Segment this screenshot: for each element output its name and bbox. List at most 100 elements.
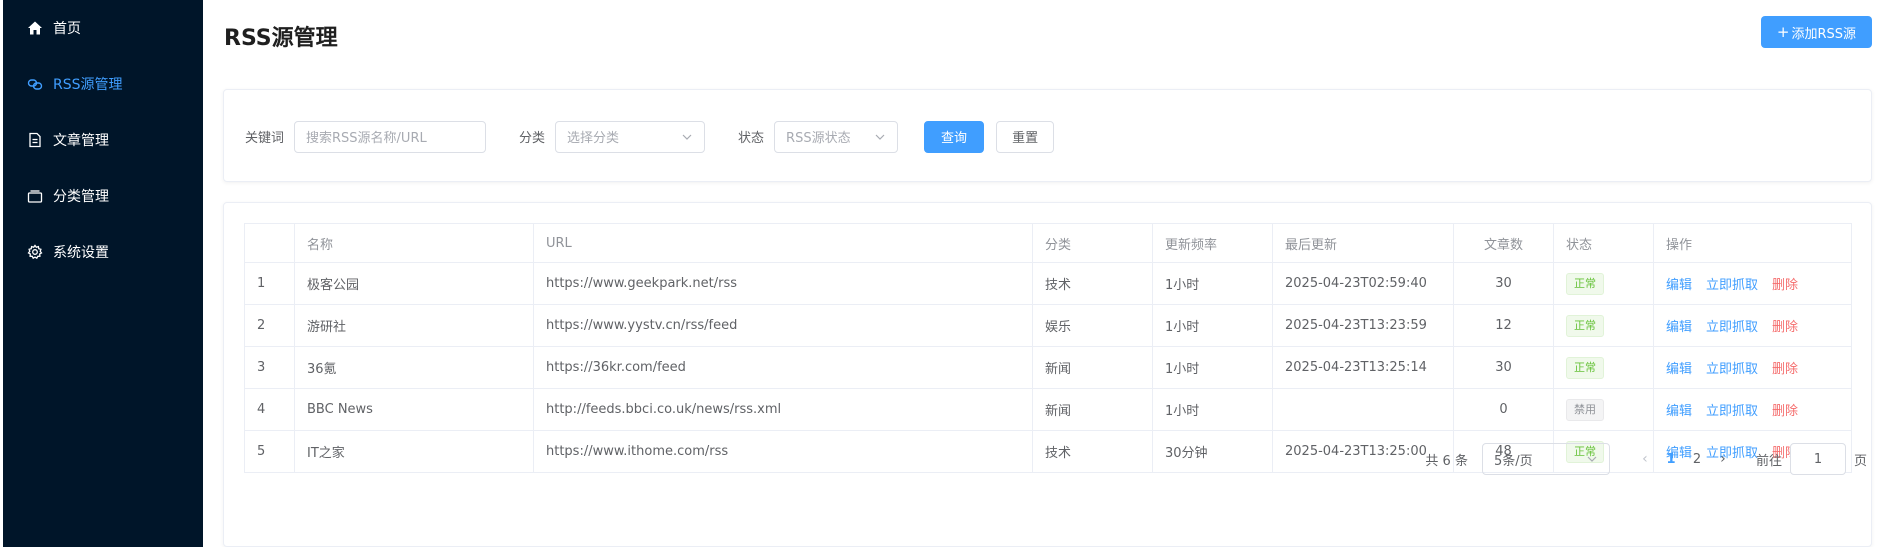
edit-link[interactable]: 编辑 <box>1666 278 1692 293</box>
keyword-input[interactable]: 搜索RSS源名称/URL <box>294 120 487 153</box>
goto-label: 前往 <box>1755 453 1782 469</box>
row-name: 极客公园 <box>294 262 534 305</box>
row-index: 4 <box>244 388 295 431</box>
row-name: 游研社 <box>294 304 534 347</box>
row-actions: 编辑 立即抓取 删除 <box>1653 304 1852 347</box>
plus-icon: + <box>1776 23 1790 41</box>
row-last-update: 2025-04-23T13:25:14 <box>1272 346 1454 389</box>
keyword-label: 关键词 <box>245 131 285 146</box>
folder-icon <box>27 188 43 204</box>
chevron-down-icon <box>875 134 885 140</box>
pagination: 共 6 条 5条/页 ‹ 1 2 › 前往 页 <box>1425 443 1867 475</box>
col-url: URL <box>533 223 1033 263</box>
sidebar-item-articles[interactable]: 文章管理 <box>3 112 203 168</box>
row-index: 3 <box>244 346 295 389</box>
rss-table: 名称 URL 分类 更新频率 最后更新 文章数 状态 操作 1 极客公园 htt… <box>244 223 1852 473</box>
main-content: RSS源管理 + 添加RSS源 关键词 搜索RSS源名称/URL 分类 选择分类… <box>203 0 1888 547</box>
row-frequency: 1小时 <box>1152 346 1273 389</box>
page-size-select[interactable]: 5条/页 <box>1481 443 1610 475</box>
row-index: 1 <box>244 262 295 305</box>
col-articles: 文章数 <box>1453 223 1554 263</box>
row-status: 禁用 <box>1553 388 1654 431</box>
category-placeholder: 选择分类 <box>567 131 620 146</box>
row-last-update: 2025-04-23T02:59:40 <box>1272 262 1454 305</box>
delete-link[interactable]: 删除 <box>1772 404 1798 419</box>
sidebar-item-label: 系统设置 <box>53 245 109 261</box>
row-index: 2 <box>244 304 295 347</box>
chevron-down-icon <box>1587 456 1597 462</box>
fetch-now-link[interactable]: 立即抓取 <box>1706 404 1758 419</box>
fetch-now-link[interactable]: 立即抓取 <box>1706 278 1758 293</box>
col-name: 名称 <box>294 223 534 263</box>
row-category: 娱乐 <box>1032 304 1153 347</box>
row-index: 5 <box>244 430 295 473</box>
next-page-icon[interactable]: › <box>1710 451 1736 467</box>
page-suffix: 页 <box>1853 453 1867 469</box>
row-status: 正常 <box>1553 346 1654 389</box>
delete-link[interactable]: 删除 <box>1772 278 1798 293</box>
pagination-total: 共 6 条 <box>1425 453 1468 469</box>
table-header-row: 名称 URL 分类 更新频率 最后更新 文章数 状态 操作 <box>244 223 1852 263</box>
home-icon <box>27 20 43 36</box>
sidebar-item-categories[interactable]: 分类管理 <box>3 168 203 224</box>
col-index <box>244 223 295 263</box>
row-url: https://www.yystv.cn/rss/feed <box>533 304 1033 347</box>
row-frequency: 30分钟 <box>1152 430 1273 473</box>
row-articles: 12 <box>1453 304 1554 347</box>
row-articles: 0 <box>1453 388 1554 431</box>
status-badge: 正常 <box>1566 314 1604 337</box>
row-status: 正常 <box>1553 304 1654 347</box>
edit-link[interactable]: 编辑 <box>1666 404 1692 419</box>
add-rss-label: 添加RSS源 <box>1791 26 1856 42</box>
delete-link[interactable]: 删除 <box>1772 320 1798 335</box>
status-badge: 正常 <box>1566 272 1604 295</box>
sidebar: 首页 RSS源管理 文章管理 分类管理 系统设置 <box>3 0 203 547</box>
row-name: 36氪 <box>294 346 534 389</box>
gear-icon <box>27 244 43 260</box>
table-panel: 名称 URL 分类 更新频率 最后更新 文章数 状态 操作 1 极客公园 htt… <box>223 202 1872 547</box>
prev-page-icon[interactable]: ‹ <box>1632 451 1658 467</box>
page-1[interactable]: 1 <box>1658 452 1684 467</box>
row-articles: 30 <box>1453 346 1554 389</box>
row-url: http://feeds.bbci.co.uk/news/rss.xml <box>533 388 1033 431</box>
page-2[interactable]: 2 <box>1684 452 1710 467</box>
row-category: 新闻 <box>1032 346 1153 389</box>
col-status: 状态 <box>1553 223 1654 263</box>
col-last-update: 最后更新 <box>1272 223 1454 263</box>
status-label: 状态 <box>738 131 765 146</box>
table-row: 3 36氪 https://36kr.com/feed 新闻 1小时 2025-… <box>244 346 1852 389</box>
row-category: 技术 <box>1032 262 1153 305</box>
edit-link[interactable]: 编辑 <box>1666 362 1692 377</box>
sidebar-item-label: 文章管理 <box>53 133 109 149</box>
status-placeholder: RSS源状态 <box>786 131 851 146</box>
add-rss-button[interactable]: + 添加RSS源 <box>1760 16 1872 48</box>
table-row: 2 游研社 https://www.yystv.cn/rss/feed 娱乐 1… <box>244 304 1852 347</box>
goto-page-input[interactable] <box>1789 443 1846 475</box>
delete-link[interactable]: 删除 <box>1772 362 1798 377</box>
row-name: BBC News <box>294 388 534 431</box>
row-url: https://www.geekpark.net/rss <box>533 262 1033 305</box>
col-frequency: 更新频率 <box>1152 223 1273 263</box>
col-actions: 操作 <box>1653 223 1852 263</box>
keyword-placeholder: 搜索RSS源名称/URL <box>306 131 427 146</box>
reset-button[interactable]: 重置 <box>996 120 1055 153</box>
page-size-value: 5条/页 <box>1493 453 1533 469</box>
search-button[interactable]: 查询 <box>924 120 985 153</box>
fetch-now-link[interactable]: 立即抓取 <box>1706 320 1758 335</box>
sidebar-item-rss[interactable]: RSS源管理 <box>3 56 203 112</box>
row-actions: 编辑 立即抓取 删除 <box>1653 388 1852 431</box>
sidebar-item-settings[interactable]: 系统设置 <box>3 224 203 280</box>
row-articles: 30 <box>1453 262 1554 305</box>
document-icon <box>27 132 43 148</box>
status-select[interactable]: RSS源状态 <box>774 120 899 153</box>
rss-link-icon <box>27 76 43 92</box>
edit-link[interactable]: 编辑 <box>1666 320 1692 335</box>
row-actions: 编辑 立即抓取 删除 <box>1653 346 1852 389</box>
row-frequency: 1小时 <box>1152 388 1273 431</box>
sidebar-item-home[interactable]: 首页 <box>3 0 203 56</box>
category-select[interactable]: 选择分类 <box>555 120 706 153</box>
fetch-now-link[interactable]: 立即抓取 <box>1706 362 1758 377</box>
row-name: IT之家 <box>294 430 534 473</box>
row-url: https://www.ithome.com/rss <box>533 430 1033 473</box>
row-frequency: 1小时 <box>1152 304 1273 347</box>
